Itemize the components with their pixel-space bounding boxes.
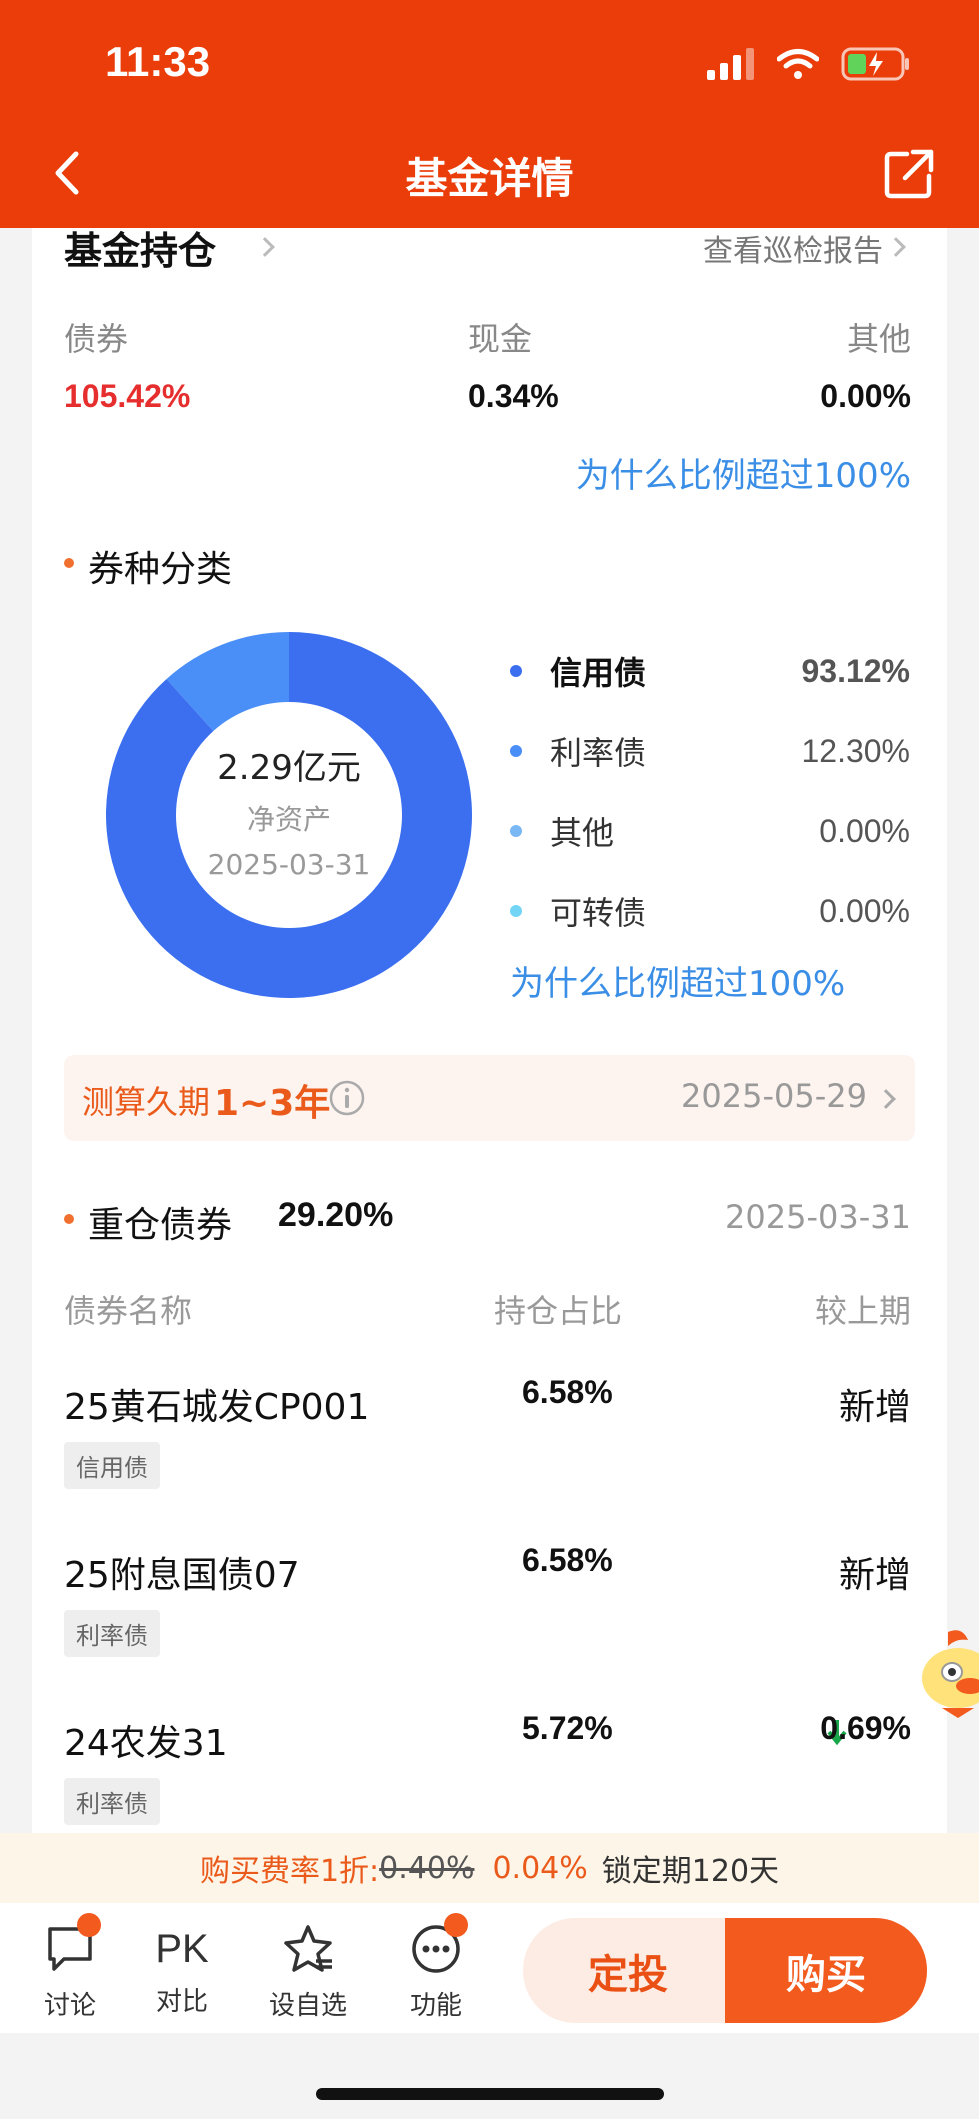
page-title: 基金详情	[405, 154, 574, 203]
cash-label: 现金	[468, 320, 533, 358]
bond-row-2-tag: 利率债	[64, 1610, 160, 1657]
holdings-title[interactable]: 基金持仓	[64, 228, 216, 275]
legend-name: 利率债	[550, 734, 647, 772]
net-asset-date: 2025-03-31	[207, 848, 371, 881]
fee-new: 0.04%	[492, 1850, 588, 1886]
legend-value: 93.12%	[801, 652, 910, 689]
bond-row-3-pct: 5.72%	[522, 1710, 613, 1746]
legend-value: 0.00%	[819, 812, 910, 849]
bond-row-2-name[interactable]: 25附息国债07	[64, 1546, 300, 1598]
legend-name: 其他	[550, 814, 615, 852]
bond-row-1-change: 新增	[838, 1387, 911, 1428]
more-label: 功能	[409, 1991, 462, 2021]
top-bar: 11:33 基金详情	[0, 0, 979, 228]
duration-value: 1~3年	[214, 1083, 331, 1124]
top-bonds-date: 2025-03-31	[725, 1198, 911, 1236]
bond-value: 105.42%	[64, 378, 191, 414]
battery-icon	[841, 47, 909, 81]
header-bond-name: 债券名称	[64, 1292, 193, 1330]
bond-row-1-name[interactable]: 25黄石城发CP001	[64, 1378, 369, 1430]
legend-value: 12.30%	[801, 732, 910, 769]
info-icon[interactable]	[328, 1079, 366, 1117]
fee-lock-period: 锁定期120天	[601, 1854, 780, 1889]
legend-other: 其他 0.00%	[510, 806, 910, 856]
top-bonds-total: 29.20%	[278, 1196, 394, 1234]
legend-dot	[510, 905, 522, 917]
bond-label: 债券	[64, 320, 129, 358]
header-change: 较上期	[814, 1292, 911, 1330]
duration-chevron-icon	[876, 1089, 896, 1109]
fee-old: 0.40%	[379, 1850, 475, 1886]
legend-convertible: 可转债 0.00%	[510, 886, 910, 936]
discuss-badge	[77, 1913, 101, 1937]
legend-value: 0.00%	[819, 892, 910, 929]
mascot-icon[interactable]	[918, 1626, 979, 1726]
bond-row-3-change: 0.69%	[820, 1710, 911, 1746]
holdings-chevron-icon[interactable]	[255, 237, 275, 257]
holdings-card: 基金持仓 查看巡检报告 债券 现金 其他 105.42% 0.34% 0.00%…	[32, 228, 947, 1833]
legend-dot	[510, 665, 522, 677]
pk-icon: PK	[155, 1927, 209, 1971]
wifi-icon	[777, 49, 819, 79]
status-time: 11:33	[105, 38, 211, 85]
why-over-100-link-2[interactable]: 为什么比例超过100%	[510, 956, 845, 1005]
legend-rate-bond: 利率债 12.30%	[510, 726, 910, 776]
discuss-button[interactable]: 讨论	[20, 1923, 120, 2022]
top-bonds-title: 重仓债券	[88, 1205, 233, 1246]
section-dot	[64, 558, 74, 568]
auto-invest-button[interactable]: 定投	[523, 1918, 733, 2023]
other-label: 其他	[846, 320, 911, 358]
section-dot	[64, 1214, 74, 1224]
cash-value: 0.34%	[468, 378, 559, 414]
compare-button[interactable]: PK 对比	[132, 1923, 232, 2018]
star-icon	[284, 1925, 332, 1972]
bottom-toolbar: 讨论 PK 对比 设自选 功能 定投 购买	[0, 1903, 979, 2033]
bond-row-2-change: 新增	[838, 1555, 911, 1596]
fee-bar: 购买费率1折: 0.40% 0.04% 锁定期120天	[0, 1833, 979, 1903]
bond-row-1-tag: 信用债	[64, 1442, 160, 1489]
why-over-100-link[interactable]: 为什么比例超过100%	[576, 448, 911, 497]
net-asset-label: 净资产	[246, 803, 331, 836]
legend-name: 可转债	[550, 894, 647, 932]
fee-label: 购买费率1折:	[199, 1854, 380, 1889]
share-icon[interactable]	[883, 148, 935, 200]
report-chevron-icon[interactable]	[886, 237, 906, 257]
signal-icon	[707, 48, 754, 80]
add-watchlist-button[interactable]: 设自选	[258, 1923, 358, 2022]
watch-label: 设自选	[268, 1991, 347, 2021]
legend-dot	[510, 745, 522, 757]
inspection-report-link[interactable]: 查看巡检报告	[703, 228, 883, 270]
bond-row-3-tag: 利率债	[64, 1778, 160, 1825]
buy-button[interactable]: 购买	[725, 1918, 927, 2023]
bond-row-2-pct: 6.58%	[522, 1542, 613, 1578]
bond-row-3-name[interactable]: 24农发31	[64, 1714, 228, 1766]
duration-bar[interactable]: 测算久期 1~3年 2025-05-29	[64, 1055, 915, 1141]
home-indicator[interactable]	[316, 2088, 664, 2100]
other-value: 0.00%	[820, 378, 911, 414]
legend-name: 信用债	[550, 654, 647, 692]
legend-dot	[510, 825, 522, 837]
legend-credit-bond: 信用债 93.12%	[510, 646, 910, 696]
duration-date: 2025-05-29	[681, 1077, 867, 1115]
compare-label: 对比	[155, 1987, 208, 2017]
more-functions-button[interactable]: 功能	[386, 1923, 486, 2022]
net-asset-amount: 2.29亿元	[217, 748, 361, 788]
more-badge	[444, 1913, 468, 1937]
bond-row-1-pct: 6.58%	[522, 1374, 613, 1410]
status-icons	[707, 44, 911, 84]
header-holding-pct: 持仓占比	[494, 1292, 623, 1330]
category-title: 券种分类	[88, 549, 233, 590]
duration-label: 测算久期	[82, 1083, 211, 1121]
discuss-label: 讨论	[43, 1991, 96, 2021]
